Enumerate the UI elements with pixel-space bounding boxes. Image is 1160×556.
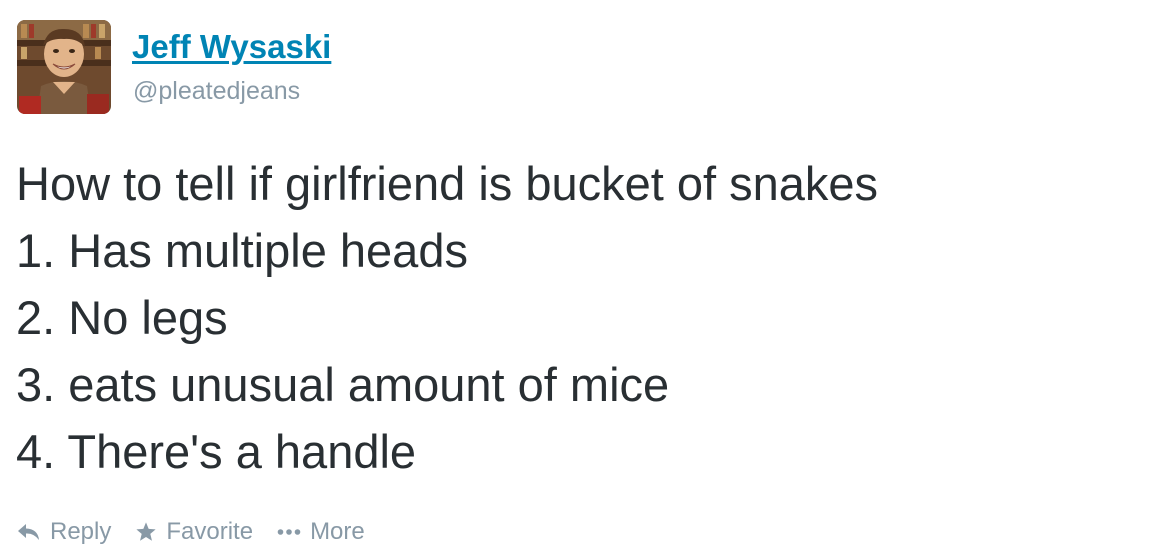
tweet-card: Jeff Wysaski @pleatedjeans How to tell i… — [0, 0, 1160, 556]
tweet-text-line: 4. There's a handle — [16, 425, 417, 478]
more-label: More — [310, 518, 365, 545]
reply-button[interactable]: Reply — [17, 518, 111, 546]
ellipsis-icon — [277, 528, 301, 536]
reply-label: Reply — [50, 518, 112, 545]
favorite-label: Favorite — [166, 518, 254, 545]
tweet-text-line: How to tell if girlfriend is bucket of s… — [16, 157, 879, 210]
tweet-text-line: 3. eats unusual amount of mice — [16, 358, 670, 411]
more-button[interactable]: More — [277, 518, 365, 546]
author-name[interactable]: Jeff Wysaski — [132, 30, 331, 63]
tweet-text-line: 2. No legs — [16, 291, 228, 344]
star-icon — [135, 521, 157, 543]
author-avatar[interactable] — [17, 20, 111, 114]
tweet-actions: Reply Favorite More — [17, 517, 389, 547]
reply-icon — [17, 523, 41, 541]
favorite-button[interactable]: Favorite — [135, 518, 253, 546]
tweet-text: How to tell if girlfriend is bucket of s… — [16, 150, 1146, 485]
tweet-text-line: 1. Has multiple heads — [16, 224, 468, 277]
author-handle[interactable]: @pleatedjeans — [133, 79, 300, 104]
avatar-photo-icon — [17, 20, 111, 114]
